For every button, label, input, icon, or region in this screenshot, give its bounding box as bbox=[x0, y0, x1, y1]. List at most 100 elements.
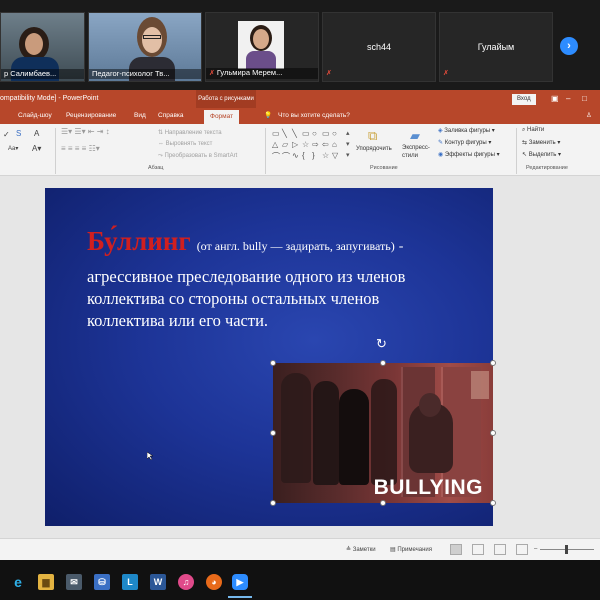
lightbulb-icon: 💡 bbox=[264, 112, 273, 119]
participant-name: sch44 bbox=[366, 42, 392, 52]
shape-outline-button[interactable]: ✎ Контур фигуры ▾ bbox=[438, 139, 491, 146]
window-title: ompatibility Mode] - PowerPoint bbox=[0, 95, 99, 102]
rotate-handle-icon[interactable]: ↻ bbox=[376, 336, 387, 352]
participant-tile[interactable]: Педагог-психолог Тв... bbox=[88, 12, 202, 82]
convert-smartart-button[interactable]: ⤳ Преобразовать в SmartArt bbox=[158, 153, 237, 160]
resize-handle[interactable] bbox=[490, 430, 496, 436]
slide[interactable]: Бу́ллинг (от англ. bully — задирать, запу… bbox=[45, 188, 496, 526]
picture-caption: BULLYING bbox=[373, 476, 483, 499]
ribbon-tabs: Слайд-шоу Рецензирование Вид Справка Фор… bbox=[0, 108, 600, 124]
tab-review[interactable]: Рецензирование bbox=[66, 108, 116, 124]
search-icon: ⌕ bbox=[522, 127, 526, 133]
edge-icon[interactable]: e bbox=[10, 574, 26, 590]
shapes-gallery[interactable]: ▭ ╲ ╲ ▭ ○ ▭ ○ △ ▱ ▷ ☆ ⇨ ⇦ ⌂ ⌒ ⌒ ∿{} ☆ ▽ ▴ ▾ ▾ bbox=[270, 129, 356, 163]
firefox-icon[interactable]: ◕ bbox=[206, 574, 222, 590]
resize-handle[interactable] bbox=[380, 360, 386, 366]
font-color-icon[interactable]: A bbox=[34, 129, 39, 138]
zoom-slider-thumb[interactable] bbox=[565, 545, 568, 554]
shape-fill-button[interactable]: ◈ Заливка фигуры ▾ bbox=[438, 127, 495, 134]
zoom-participant-strip: р Салимбаев... Педагог-психолог Тв... ✗ Г… bbox=[0, 0, 600, 90]
paragraph-group-label: Абзац bbox=[148, 165, 164, 171]
strikethrough-icon[interactable]: S bbox=[16, 129, 21, 138]
shape-effects-button[interactable]: ◉ Эффекты фигуры ▾ bbox=[438, 151, 500, 158]
store-icon[interactable]: ⛁ bbox=[94, 574, 110, 590]
resize-handle[interactable] bbox=[380, 500, 386, 506]
login-button[interactable]: Вход bbox=[512, 94, 536, 105]
resize-handle[interactable] bbox=[270, 430, 276, 436]
slideshow-view-icon[interactable] bbox=[516, 544, 528, 555]
word-icon[interactable]: W bbox=[150, 574, 166, 590]
zoom-icon[interactable]: ▶ bbox=[232, 574, 248, 590]
tab-help[interactable]: Справка bbox=[158, 108, 184, 124]
l-app-icon[interactable]: L bbox=[122, 574, 138, 590]
minimize-icon[interactable]: – bbox=[566, 90, 570, 108]
participant-name: ✗ Гульмира Мерем... bbox=[206, 68, 318, 79]
reading-view-icon[interactable] bbox=[494, 544, 506, 555]
tab-format[interactable]: Формат bbox=[204, 110, 240, 124]
mouse-cursor-icon bbox=[147, 452, 153, 460]
participant-tile[interactable]: ✗ Гульмира Мерем... bbox=[205, 12, 319, 82]
ribbon: ✓ S A Aa▾ A▾ ☰▾ ☰▾ ⇤ ⇥ ↕ ≡ ≡ ≡ ≡ ☷▾ ⇅ На… bbox=[0, 124, 600, 176]
maximize-icon[interactable]: □ bbox=[582, 90, 587, 108]
share-icon[interactable]: ♙ bbox=[586, 108, 592, 124]
slide-title[interactable]: Бу́ллинг (от англ. bully — задирать, запу… bbox=[87, 226, 403, 257]
mail-icon[interactable]: ✉ bbox=[66, 574, 82, 590]
bullets-icon[interactable]: ☰▾ ☰▾ ⇤ ⇥ ↕ bbox=[61, 127, 110, 136]
slide-term: Бу́ллинг bbox=[87, 226, 191, 256]
arrange-button[interactable]: Упорядочить bbox=[356, 146, 392, 152]
mic-muted-icon: ✗ bbox=[209, 70, 215, 77]
title-bar: ompatibility Mode] - PowerPoint Работа с… bbox=[0, 90, 600, 108]
cursor-icon: ↖ bbox=[522, 152, 528, 158]
editing-group-label: Редактирование bbox=[526, 165, 568, 171]
tell-me-box[interactable]: Что вы хотите сделать? bbox=[278, 108, 350, 124]
slide-edit-area[interactable]: Бу́ллинг (от англ. bully — задирать, запу… bbox=[0, 176, 600, 538]
notes-button[interactable]: ≜ Заметки bbox=[346, 546, 376, 553]
align-icon[interactable]: ≡ ≡ ≡ ≡ ☷▾ bbox=[61, 144, 100, 153]
drawing-group-label: Рисование bbox=[370, 165, 398, 171]
file-explorer-icon[interactable]: ▆ bbox=[38, 574, 54, 590]
mic-muted-icon: ✗ bbox=[443, 70, 449, 77]
slide-definition[interactable]: агрессивное преследование одного из член… bbox=[87, 266, 447, 332]
text-direction-button[interactable]: ⇅ Направление текста bbox=[158, 129, 222, 136]
highlight-icon[interactable]: A▾ bbox=[32, 144, 41, 153]
active-app-indicator bbox=[228, 596, 252, 598]
font-size-aa-icon[interactable]: Aa▾ bbox=[8, 145, 18, 152]
participant-name: Педагог-психолог Тв... bbox=[89, 69, 201, 79]
quick-styles-button[interactable]: Экспресс-стили bbox=[402, 144, 434, 160]
tab-slideshow[interactable]: Слайд-шоу bbox=[18, 108, 52, 124]
tab-view[interactable]: Вид bbox=[134, 108, 146, 124]
definition-line: коллектива со стороны остальных членов bbox=[87, 289, 380, 308]
participant-name: Гулайым bbox=[477, 42, 515, 52]
participant-name: р Салимбаев... bbox=[1, 69, 84, 79]
slide-etymology: (от англ. bully — задирать, запугивать) bbox=[196, 239, 395, 253]
participant-tile[interactable]: Гулайым ✗ bbox=[439, 12, 553, 82]
participant-tile[interactable]: р Салимбаев... bbox=[0, 12, 85, 82]
mic-muted-icon: ✗ bbox=[326, 70, 332, 77]
comments-button[interactable]: ▤ Примечания bbox=[390, 546, 432, 553]
find-button[interactable]: ⌕ Найти bbox=[522, 127, 544, 134]
participant-tile[interactable]: sch44 ✗ bbox=[322, 12, 436, 82]
definition-line: агрессивное преследование одного из член… bbox=[87, 267, 406, 286]
resize-handle[interactable] bbox=[270, 500, 276, 506]
slide-sorter-view-icon[interactable] bbox=[472, 544, 484, 555]
powerpoint-window: ompatibility Mode] - PowerPoint Работа с… bbox=[0, 90, 600, 560]
zoom-out-icon[interactable]: – bbox=[534, 546, 537, 552]
slide-dash: - bbox=[398, 239, 404, 254]
checkbox-icon[interactable]: ✓ bbox=[3, 130, 10, 139]
select-button[interactable]: ↖ Выделить ▾ bbox=[522, 151, 561, 158]
music-icon[interactable]: ♫ bbox=[178, 574, 194, 590]
align-text-button[interactable]: ⇔ Выровнять текст bbox=[158, 141, 212, 147]
ribbon-options-icon[interactable]: ▣ bbox=[551, 90, 559, 108]
status-bar: ≜ Заметки ▤ Примечания – bbox=[0, 538, 600, 560]
arrange-icon[interactable]: ⧉ bbox=[368, 128, 377, 144]
normal-view-icon[interactable] bbox=[450, 544, 462, 555]
resize-handle[interactable] bbox=[270, 360, 276, 366]
resize-handle[interactable] bbox=[490, 360, 496, 366]
replace-button[interactable]: ⇆ Заменить ▾ bbox=[522, 139, 560, 146]
contextual-tab-group: Работа с рисунками bbox=[196, 90, 256, 108]
quick-styles-icon[interactable]: ▰ bbox=[410, 128, 420, 144]
resize-handle[interactable] bbox=[490, 500, 496, 506]
next-page-icon[interactable]: › bbox=[560, 37, 578, 55]
taskbar: e ▆ ✉ ⛁ L W ♫ ◕ ▶ bbox=[0, 560, 600, 600]
bullying-picture[interactable]: BULLYING bbox=[273, 363, 493, 503]
